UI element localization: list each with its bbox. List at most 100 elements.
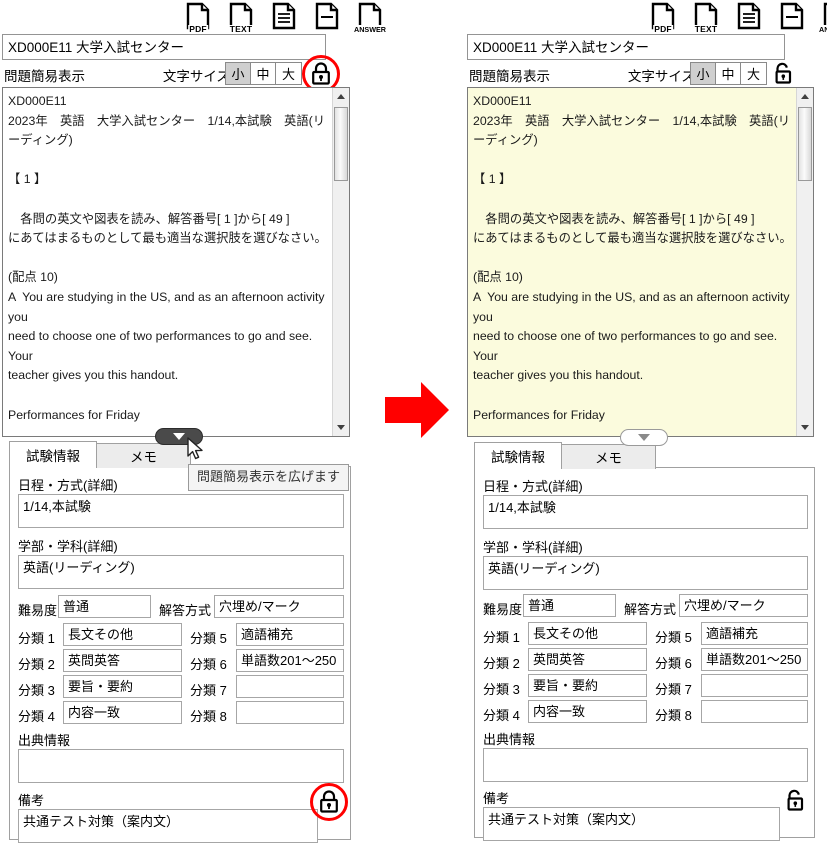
scroll-up-button[interactable] (797, 88, 813, 105)
category-3-field[interactable]: 要旨・要約 (63, 675, 182, 698)
category-7-field[interactable] (701, 674, 808, 697)
schedule-field[interactable]: 1/14,本試験 (18, 494, 344, 528)
scrollbar-thumb[interactable] (798, 107, 812, 181)
lock-closed-icon (320, 790, 338, 813)
remarks-lock-button-unlocked[interactable] (780, 786, 810, 816)
exam-title-input[interactable]: XD000E11 大学入試センター (2, 34, 326, 60)
remarks-field[interactable]: 共通テスト対策（案内文） (483, 807, 780, 841)
page-dash-glyph (315, 2, 339, 30)
font-size-label: 文字サイズ (162, 69, 230, 84)
caret-down-icon (801, 425, 809, 430)
lock-open-icon (775, 62, 792, 84)
answer-doc-icon[interactable]: ANSWER (353, 2, 387, 34)
expand-viewer-handle[interactable] (620, 429, 668, 446)
font-size-small-button[interactable]: 小 (226, 63, 251, 84)
info-tabs: 試験情報 メモ (474, 442, 656, 469)
lock-closed-icon (312, 62, 330, 85)
expand-viewer-handle[interactable] (155, 428, 203, 445)
answer-style-field[interactable]: 穴埋め/マーク (214, 595, 344, 618)
faculty-field[interactable]: 英語(リーディング) (483, 556, 808, 590)
tab-exam-info[interactable]: 試験情報 (9, 441, 97, 468)
lines-doc-icon[interactable] (269, 2, 299, 33)
viewer-scrollbar[interactable] (796, 88, 813, 436)
lines-doc-icon[interactable] (734, 2, 764, 33)
category-1-label: 分類 1 (18, 631, 55, 646)
chevron-down-icon (173, 433, 185, 440)
scrollbar-thumb[interactable] (334, 107, 348, 181)
text-doc-icon[interactable]: TEXT (226, 2, 256, 34)
tab-memo[interactable]: メモ (561, 444, 656, 469)
scroll-up-button[interactable] (333, 88, 349, 105)
category-8-field[interactable] (236, 701, 344, 724)
right-arrow-annotation (385, 382, 449, 438)
font-size-large-button[interactable]: 大 (741, 63, 766, 84)
category-5-label: 分類 5 (655, 630, 692, 645)
tab-exam-info[interactable]: 試験情報 (474, 442, 562, 469)
text-doc-icon-label: TEXT (228, 24, 254, 34)
remarks-label: 備考 (483, 791, 510, 806)
caret-up-icon (337, 94, 345, 99)
source-field[interactable] (18, 749, 344, 783)
category-3-field[interactable]: 要旨・要約 (528, 674, 647, 697)
answer-style-label: 解答方式 (624, 602, 677, 617)
category-3-label: 分類 3 (18, 683, 55, 698)
category-1-field[interactable]: 長文その他 (528, 622, 647, 645)
font-size-small-button[interactable]: 小 (691, 63, 716, 84)
category-8-field[interactable] (701, 700, 808, 723)
text-doc-icon-label: TEXT (693, 24, 719, 34)
viewer-lock-button-locked[interactable] (302, 55, 340, 93)
viewer-lock-button-unlocked[interactable] (768, 59, 798, 89)
category-8-label: 分類 8 (655, 708, 692, 723)
font-size-medium-button[interactable]: 中 (251, 63, 276, 84)
font-size-large-button[interactable]: 大 (276, 63, 301, 84)
category-7-field[interactable] (236, 675, 344, 698)
tab-memo[interactable]: メモ (96, 443, 191, 468)
exam-title-input[interactable]: XD000E11 大学入試センター (467, 34, 785, 60)
screenshot-stage: PDF TEXT ANSWER XD000E11 大学入試センター 問題簡易表示… (0, 0, 827, 843)
page-dash-glyph (780, 2, 804, 30)
category-4-field[interactable]: 内容一致 (528, 700, 647, 723)
viewer-scrollbar[interactable] (332, 88, 349, 436)
category-6-field[interactable]: 単語数201〜250 (701, 648, 808, 671)
question-viewer: XD000E11 2023年 英語 大学入試センター 1/14,本試験 英語(リ… (467, 87, 814, 437)
question-viewer: XD000E11 2023年 英語 大学入試センター 1/14,本試験 英語(リ… (2, 87, 350, 437)
text-doc-icon[interactable]: TEXT (691, 2, 721, 34)
document-toolbar: PDF TEXT (648, 2, 827, 34)
faculty-field[interactable]: 英語(リーディング) (18, 555, 344, 589)
pdf-doc-icon[interactable]: PDF (648, 2, 678, 34)
scroll-down-button[interactable] (797, 419, 813, 436)
category-5-field[interactable]: 適語補充 (701, 622, 808, 645)
category-5-field[interactable]: 適語補充 (236, 623, 344, 646)
answer-style-field[interactable]: 穴埋め/マーク (679, 594, 808, 617)
schedule-field[interactable]: 1/14,本試験 (483, 495, 808, 529)
exam-info-form: 日程・方式(詳細) 1/14,本試験 学部・学科(詳細) 英語(リーディング) … (474, 467, 815, 841)
category-2-field[interactable]: 英問英答 (63, 649, 182, 672)
viewer-controls-row: 問題簡易表示 文字サイズ 小 中 大 (467, 62, 792, 86)
difficulty-label: 難易度 (18, 603, 58, 618)
faculty-label: 学部・学科(詳細) (483, 540, 583, 555)
dash-doc-icon[interactable] (777, 2, 807, 33)
page-lines-glyph (737, 2, 761, 30)
scroll-down-button[interactable] (333, 419, 349, 436)
pdf-doc-icon[interactable]: PDF (183, 2, 213, 34)
document-toolbar: PDF TEXT (183, 2, 387, 34)
dash-doc-icon[interactable] (312, 2, 342, 33)
category-2-label: 分類 2 (18, 657, 55, 672)
difficulty-field[interactable]: 普通 (58, 595, 151, 618)
category-4-field[interactable]: 内容一致 (63, 701, 182, 724)
category-8-label: 分類 8 (190, 709, 227, 724)
after-panel: PDF TEXT AN XD000E11 大学入試センター 問題簡易表示 文字サ… (465, 0, 827, 843)
page-lines-glyph (272, 2, 296, 30)
category-2-field[interactable]: 英問英答 (528, 648, 647, 671)
category-6-field[interactable]: 単語数201〜250 (236, 649, 344, 672)
font-size-medium-button[interactable]: 中 (716, 63, 741, 84)
remarks-field[interactable]: 共通テスト対策（案内文） (18, 809, 318, 843)
category-4-label: 分類 4 (483, 708, 520, 723)
source-field[interactable] (483, 748, 808, 782)
caret-down-icon (337, 425, 345, 430)
category-1-field[interactable]: 長文その他 (63, 623, 182, 646)
answer-doc-icon-label: ANSWER (818, 25, 827, 34)
remarks-lock-button-locked[interactable] (310, 783, 348, 821)
difficulty-field[interactable]: 普通 (523, 594, 616, 617)
answer-doc-icon[interactable]: ANSWER (818, 2, 827, 34)
